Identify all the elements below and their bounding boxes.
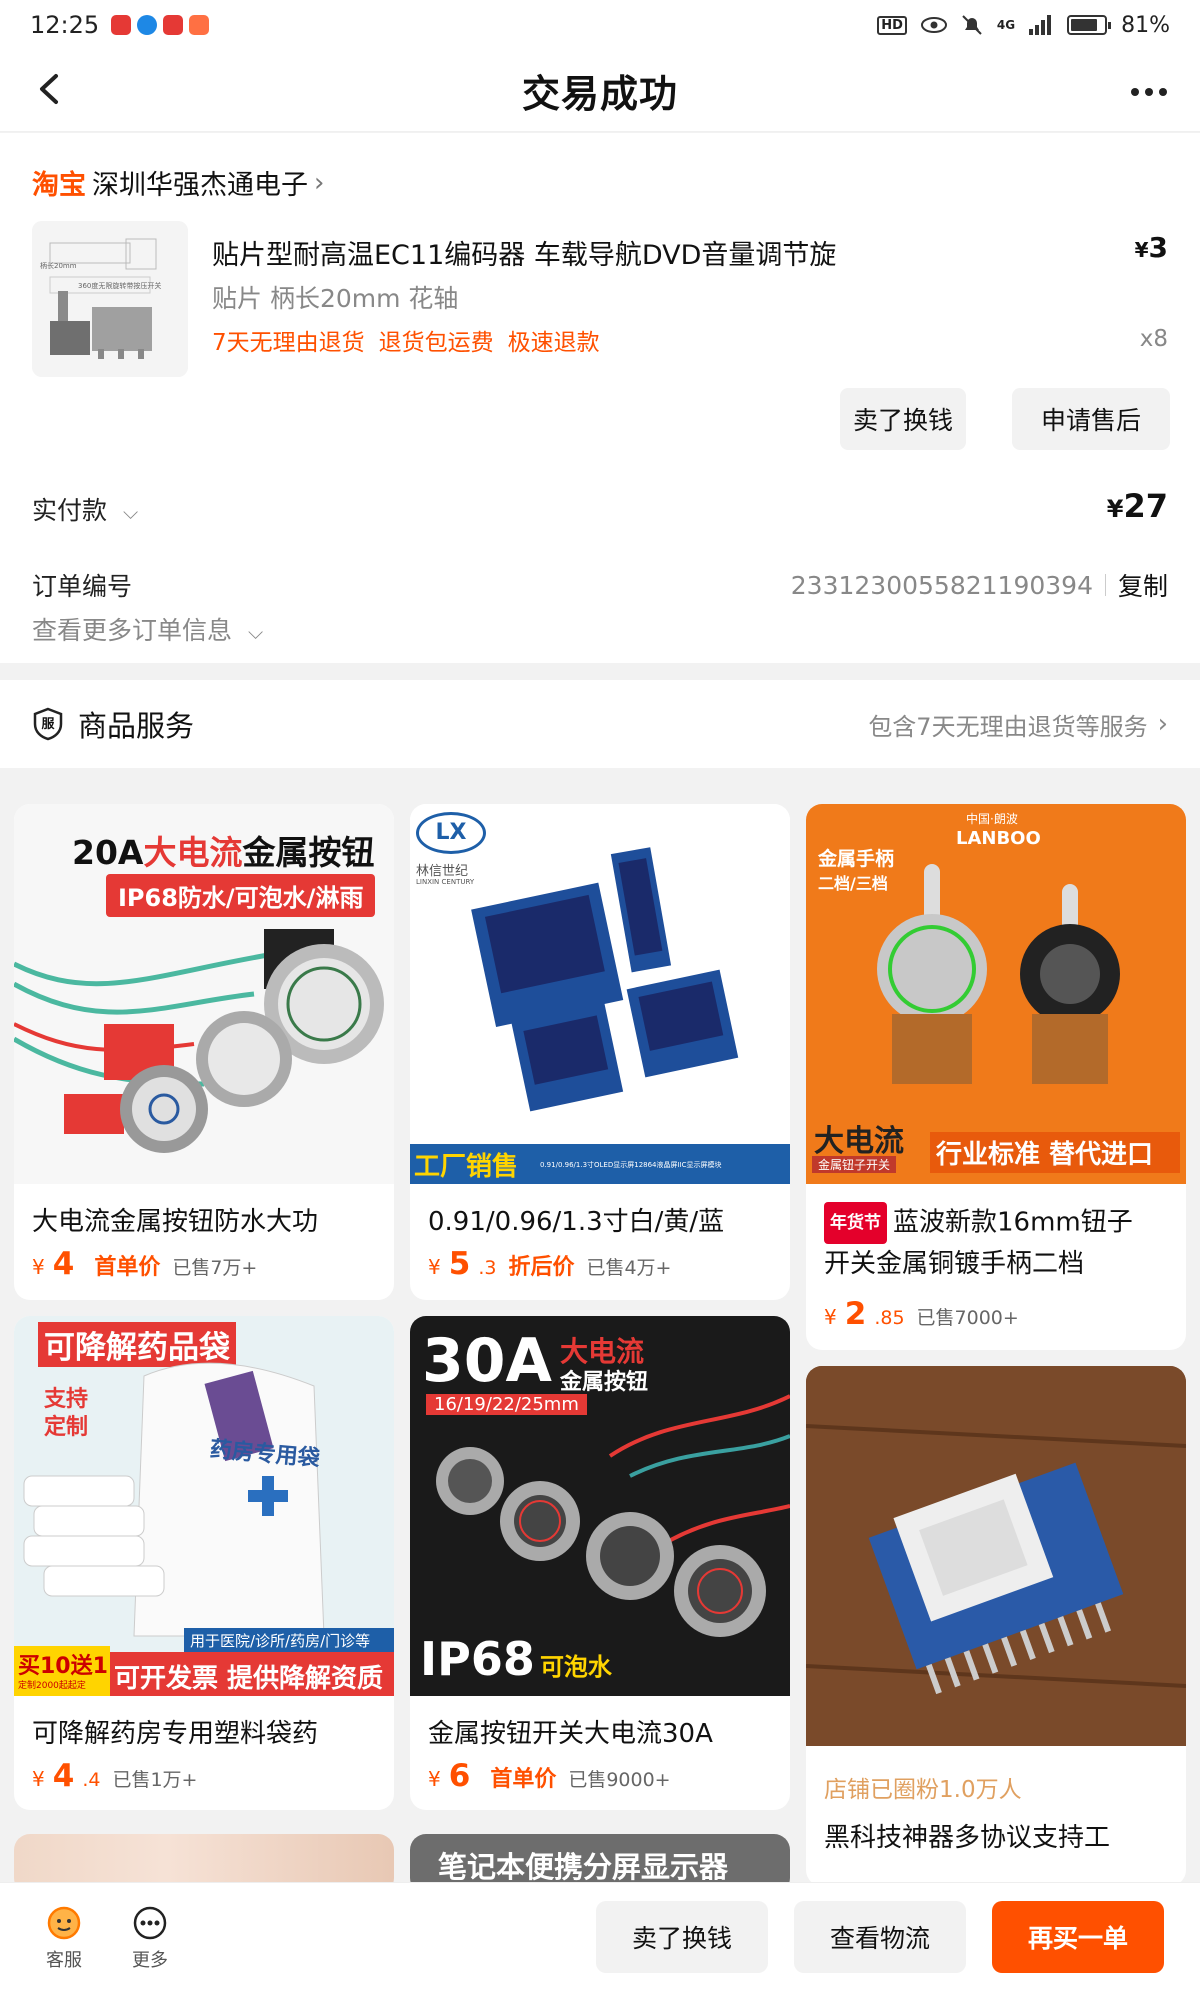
copy-button[interactable]: 复制 (1118, 567, 1168, 603)
sold-count: 已售1万+ (112, 1769, 198, 1791)
signal-icon (1029, 15, 1052, 35)
sell-button[interactable]: 卖了换钱 (840, 388, 966, 450)
service-description: 包含7天无理由退货等服务 (868, 712, 1148, 741)
service-title: 商品服务 (78, 709, 195, 743)
product-name-line2: 开关金属铜镀手柄二档 (824, 1249, 1085, 1279)
product-price: ¥4 首单价 已售7万+ (32, 1246, 258, 1282)
festival-badge: 年货节 (824, 1202, 887, 1244)
encoder-image (32, 221, 188, 377)
page-title: 交易成功 (521, 72, 678, 116)
sold-count: 已售7000+ (916, 1307, 1019, 1329)
chevron-down-icon: ⌵ (247, 620, 264, 644)
more-circle-icon (133, 1906, 167, 1940)
product-price: ¥6 首单价 已售9000+ (428, 1758, 671, 1794)
price-label: 首单价 (490, 1767, 557, 1792)
nav-bar: 交易成功 (0, 50, 1200, 132)
sold-count: 已售4万+ (586, 1257, 672, 1279)
product-image: 可降解药品袋 支持定制 药房专用袋 用于医院/诊所/药房/门诊等 买10送1 定… (14, 1316, 394, 1696)
shield-icon: 服 (32, 707, 64, 741)
product-thumbnail[interactable]: 柄长20mm 360度无限旋转带按压开关 (32, 221, 188, 377)
hd-icon: HD (877, 15, 907, 35)
thumb-caption: 360度无限旋转带按压开关 (78, 282, 162, 290)
price-label: 折后价 (508, 1255, 575, 1280)
app-notification-icon (189, 15, 210, 35)
product-name: 可降解药房专用塑料袋药 (32, 1719, 319, 1749)
tag-fast-refund: 极速退款 (507, 330, 600, 356)
product-image: 中国·朗波 LANBOO 金属手柄 二档/三档 大电流 金属钮子开关 行业标准 … (806, 804, 1186, 1184)
customer-service-icon (47, 1906, 81, 1940)
product-image (806, 1366, 1186, 1746)
price-label: 首单价 (94, 1255, 161, 1280)
bottom-action-bar: 客服 更多 卖了换钱 查看物流 再买一单 (0, 1882, 1200, 2000)
mute-bell-icon (962, 15, 982, 35)
product-price: ¥4.4 已售1万+ (32, 1758, 198, 1794)
status-bar: 12:25 HD 4G 81% (0, 0, 1200, 50)
product-name: 大电流金属按钮防水大功 (32, 1207, 319, 1237)
eye-icon (920, 17, 947, 33)
product-card[interactable]: LX 林信世纪 LINXIN CENTURY 工厂销售 0.91/0.96/1.… (410, 804, 790, 1300)
product-price: ¥5.3 折后价 已售4万+ (428, 1246, 672, 1282)
order-number-label: 订单编号 (32, 572, 133, 601)
sold-count: 已售9000+ (568, 1769, 671, 1791)
product-spec: 贴片 柄长20mm 花轴 (212, 284, 459, 313)
product-name: 金属按钮开关大电流30A (428, 1719, 713, 1749)
product-image: 30A 大电流 金属按钮 16/19/22/25mm IP68 可泡水 (410, 1316, 790, 1696)
chevron-right-icon: › (1157, 709, 1168, 739)
order-number: 2331230055821190394 (790, 570, 1093, 600)
product-price: ¥2.85 已售7000+ (824, 1296, 1019, 1332)
divider (1104, 574, 1106, 596)
sold-count: 已售7万+ (172, 1257, 258, 1279)
after-sale-button[interactable]: 申请售后 (1012, 388, 1170, 450)
product-card[interactable]: 20A大电流金属按钮 IP68防水/可泡水/淋雨 大电流金属按钮防水大功 ¥4 … (14, 804, 394, 1300)
network-type: 4G (996, 18, 1016, 32)
back-arrow-icon[interactable] (26, 64, 76, 114)
sell-button[interactable]: 卖了换钱 (596, 1901, 768, 1973)
product-name: 0.91/0.96/1.3寸白/黄/蓝 (428, 1207, 725, 1237)
chevron-right-icon: › (314, 167, 325, 198)
product-card[interactable]: 可降解药品袋 支持定制 药房专用袋 用于医院/诊所/药房/门诊等 买10送1 定… (14, 1316, 394, 1810)
battery-icon (1067, 15, 1112, 35)
payment-amount: ¥27 (1106, 487, 1168, 525)
product-tags: 7天无理由退货 退货包运费 极速退款 (212, 323, 600, 357)
shop-name: 深圳华强杰通电子 (92, 170, 308, 201)
tag-7day-return: 7天无理由退货 (212, 330, 365, 356)
status-time: 12:25 (30, 11, 100, 39)
service-row[interactable]: 服 商品服务 包含7天无理由退货等服务 › (0, 680, 1200, 768)
product-name: 黑科技神器多协议支持工 (824, 1823, 1111, 1853)
thumb-caption: 柄长20mm (40, 262, 77, 270)
product-name: 年货节 蓝波新款16mm钮子 (806, 1184, 1186, 1244)
product-title[interactable]: 贴片型耐高温EC11编码器 车载导航DVD音量调节旋 (212, 233, 836, 272)
product-quantity: x8 (1139, 326, 1168, 352)
customer-service-button[interactable]: 客服 (34, 1905, 94, 1972)
more-button[interactable]: 更多 (120, 1905, 180, 1972)
more-order-info[interactable]: 查看更多订单信息 ⌵ (32, 611, 263, 647)
tag-free-return-shipping: 退货包运费 (378, 330, 494, 356)
order-card: 淘宝 深圳华强杰通电子 › 柄长20mm 360度无限旋转带按压开关 贴片型耐高… (0, 133, 1200, 663)
view-logistics-button[interactable]: 查看物流 (794, 1901, 966, 1973)
product-image: 20A大电流金属按钮 IP68防水/可泡水/淋雨 (14, 804, 394, 1184)
order-number-row: 2331230055821190394 复制 (791, 567, 1168, 603)
chevron-down-icon: ⌵ (122, 500, 139, 524)
payment-label[interactable]: 实付款 ⌵ (32, 491, 138, 527)
product-card[interactable]: 店铺已圈粉1.0万人 黑科技神器多协议支持工 (806, 1366, 1186, 1886)
shop-fans: 店铺已圈粉1.0万人 (824, 1777, 1022, 1803)
more-menu-icon[interactable] (1124, 72, 1174, 112)
product-price: ¥3 (1134, 231, 1168, 264)
app-notification-icon (163, 15, 184, 35)
app-notification-icon (111, 15, 132, 35)
notification-icons (111, 15, 210, 35)
app-notification-icon (137, 15, 158, 35)
taobao-logo: 淘宝 (32, 170, 86, 201)
rebuy-button[interactable]: 再买一单 (992, 1901, 1164, 1973)
shop-link[interactable]: 淘宝 深圳华强杰通电子 › (32, 163, 324, 202)
product-image: LX 林信世纪 LINXIN CENTURY 工厂销售 0.91/0.96/1.… (410, 804, 790, 1184)
product-card[interactable]: 中国·朗波 LANBOO 金属手柄 二档/三档 大电流 金属钮子开关 行业标准 … (806, 804, 1186, 1350)
product-card[interactable]: 30A 大电流 金属按钮 16/19/22/25mm IP68 可泡水 金属按钮… (410, 1316, 790, 1810)
battery-percent: 81% (1121, 12, 1170, 38)
